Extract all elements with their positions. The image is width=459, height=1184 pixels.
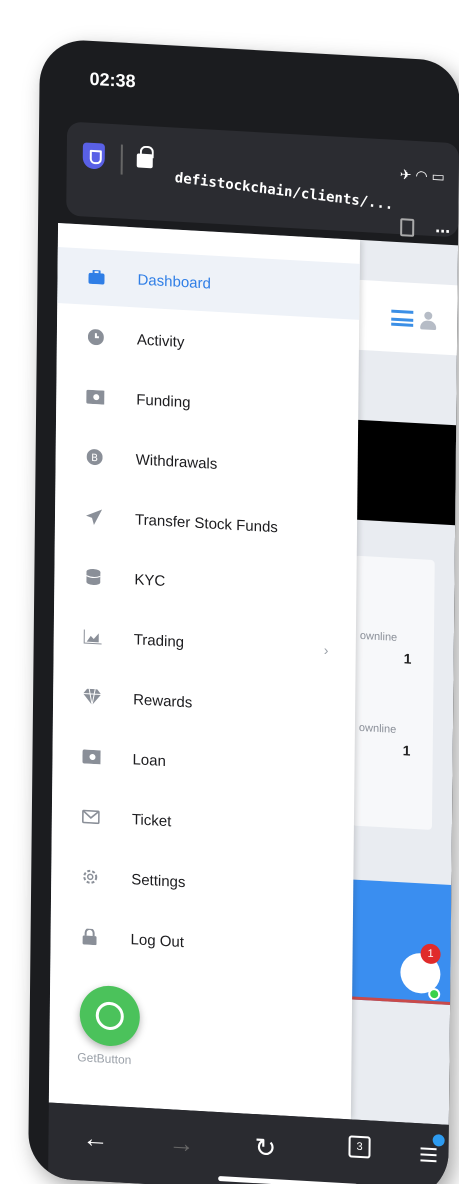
briefcase-icon bbox=[87, 268, 105, 287]
stats-card bbox=[351, 555, 435, 830]
sidebar-item-label: Settings bbox=[131, 870, 186, 891]
paper-plane-icon bbox=[85, 508, 103, 527]
sidebar-item-label: Trading bbox=[133, 630, 185, 651]
status-time: 02:38 bbox=[89, 68, 136, 92]
sidebar-item-label: Activity bbox=[136, 330, 185, 351]
browser-url-bar: defistockchain/clients/... ... ✈ ◠ ▭ bbox=[66, 112, 459, 244]
sidebar-item-label: Ticket bbox=[131, 810, 172, 830]
sidebar-item-label: Log Out bbox=[130, 930, 185, 951]
diamond-icon bbox=[83, 687, 102, 706]
svg-text:B: B bbox=[91, 453, 98, 464]
sidebar-item-label: Funding bbox=[136, 390, 191, 411]
sidebar-item-log-out[interactable]: Log Out bbox=[50, 907, 353, 980]
reader-mode-icon[interactable] bbox=[400, 218, 415, 237]
downline-value: 1 bbox=[402, 742, 411, 759]
home-indicator[interactable] bbox=[218, 1176, 359, 1184]
money-icon bbox=[86, 388, 105, 407]
money-icon bbox=[82, 747, 101, 766]
database-icon bbox=[84, 568, 102, 587]
downline-label: ownline bbox=[359, 629, 398, 644]
status-icons: ✈ ◠ ▭ bbox=[400, 166, 445, 186]
tabs-button[interactable]: 3 bbox=[348, 1135, 371, 1159]
chat-notification-badge: 1 bbox=[420, 943, 441, 965]
online-status-dot bbox=[428, 987, 441, 1001]
clock-icon bbox=[87, 328, 105, 347]
chevron-right-icon: › bbox=[323, 641, 329, 659]
lock-icon bbox=[136, 153, 153, 169]
hamburger-menu-icon[interactable] bbox=[391, 309, 414, 327]
battery-icon: ▭ bbox=[431, 167, 445, 185]
lock-icon bbox=[81, 927, 99, 946]
sidebar-item-label: Withdrawals bbox=[135, 450, 218, 473]
wifi-icon: ◠ bbox=[415, 166, 428, 184]
sidebar-item-label: Dashboard bbox=[137, 270, 211, 293]
downline-label: ownline bbox=[358, 721, 397, 736]
more-menu-button[interactable]: ... bbox=[435, 216, 450, 238]
sidebar-item-label: Rewards bbox=[133, 690, 193, 712]
user-icon[interactable] bbox=[419, 311, 437, 330]
getbutton-label: GetButton bbox=[77, 1050, 132, 1068]
side-drawer: Dashboard Activity Funding B Withdrawals… bbox=[48, 223, 361, 1120]
banner-image bbox=[355, 419, 457, 526]
airplane-icon: ✈ bbox=[399, 166, 412, 183]
sidebar-item-label: KYC bbox=[134, 570, 166, 590]
sidebar-item-label: Loan bbox=[132, 750, 166, 770]
envelope-icon bbox=[82, 807, 100, 826]
sidebar-item-label: Transfer Stock Funds bbox=[134, 510, 278, 536]
forward-arrow-icon[interactable]: → bbox=[168, 1127, 194, 1159]
whatsapp-button[interactable] bbox=[79, 984, 141, 1048]
menu-icon[interactable] bbox=[420, 1147, 437, 1163]
downline-value: 1 bbox=[403, 650, 412, 667]
back-arrow-icon[interactable]: ← bbox=[82, 1122, 108, 1154]
divider bbox=[120, 144, 123, 175]
reload-icon[interactable]: ↻ bbox=[254, 1132, 276, 1164]
web-content: ownline 1 ownline 1 1 Dashboard Activity… bbox=[48, 223, 459, 1125]
gear-icon bbox=[81, 867, 99, 886]
chart-area-icon bbox=[83, 627, 102, 646]
stage: 02:38 defistockchain/clients/... ... ✈ ◠… bbox=[0, 0, 459, 1184]
shield-icon[interactable] bbox=[82, 142, 105, 170]
notification-dot bbox=[432, 1134, 445, 1147]
bitcoin-icon: B bbox=[86, 448, 104, 467]
phone-frame: 02:38 defistockchain/clients/... ... ✈ ◠… bbox=[28, 38, 459, 1184]
